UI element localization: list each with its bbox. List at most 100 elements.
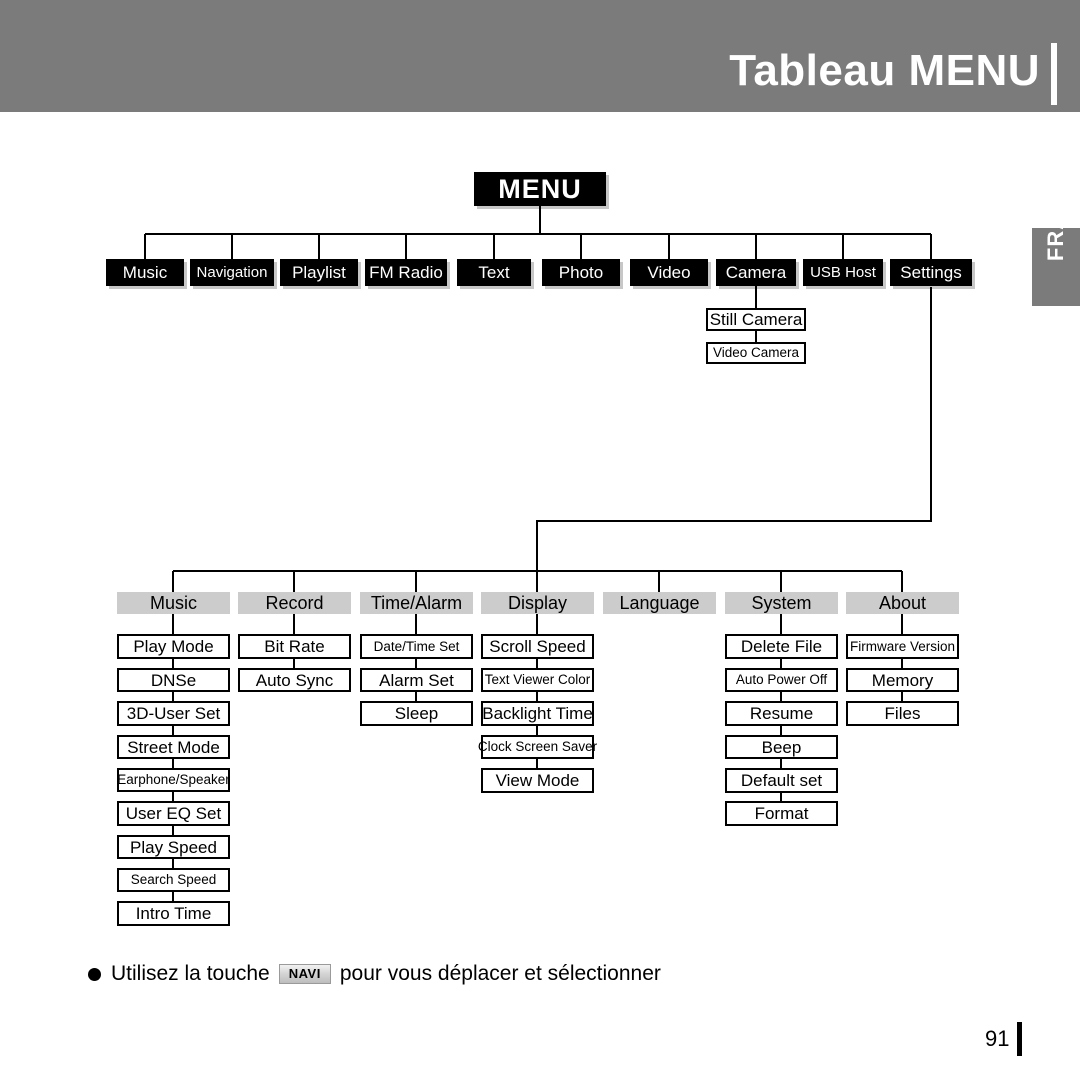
settings-group-about-label: About bbox=[878, 593, 927, 613]
settings-group-about[interactable]: About bbox=[846, 592, 959, 614]
settings-item-text-viewer-color-label: Text Viewer Color bbox=[484, 672, 591, 688]
menu-node-fm-radio[interactable]: FM Radio bbox=[365, 259, 447, 286]
settings-item-alarm-set[interactable]: Alarm Set bbox=[360, 668, 473, 692]
settings-item-firmware-version-label: Firmware Version bbox=[849, 638, 956, 654]
settings-item-earphone-speaker[interactable]: Earphone/Speaker bbox=[117, 768, 230, 792]
settings-item-sleep-label: Sleep bbox=[394, 704, 439, 723]
menu-node-camera[interactable]: Camera bbox=[716, 259, 796, 286]
settings-item-alarm-set-label: Alarm Set bbox=[379, 670, 454, 690]
settings-group-system[interactable]: System bbox=[725, 592, 838, 614]
settings-item-default-set-label: Default set bbox=[740, 771, 823, 790]
menu-node-video-camera[interactable]: Video Camera bbox=[706, 342, 806, 364]
settings-item-search-speed-label: Search Speed bbox=[130, 872, 217, 888]
menu-node-playlist[interactable]: Playlist bbox=[280, 259, 358, 286]
settings-group-record-label: Record bbox=[265, 593, 324, 613]
settings-item-3d-user-set[interactable]: 3D-User Set bbox=[117, 701, 230, 726]
settings-group-music[interactable]: Music bbox=[117, 592, 230, 614]
settings-item-view-mode-label: View Mode bbox=[495, 771, 580, 790]
settings-group-display-label: Display bbox=[507, 593, 568, 613]
menu-node-navigation[interactable]: Navigation bbox=[190, 259, 274, 286]
menu-node-video-camera-label: Video Camera bbox=[712, 345, 800, 361]
page-number: 91 bbox=[985, 1026, 1010, 1051]
settings-item-dnse-label: DNSe bbox=[150, 670, 197, 690]
settings-item-play-speed[interactable]: Play Speed bbox=[117, 835, 230, 859]
menu-node-usb-host[interactable]: USB Host bbox=[803, 259, 883, 286]
menu-node-photo[interactable]: Photo bbox=[542, 259, 620, 286]
menu-node-navigation-label: Navigation bbox=[196, 264, 268, 281]
settings-group-time-alarm-label: Time/Alarm bbox=[370, 593, 463, 613]
footnote-text-before: Utilisez la touche bbox=[111, 962, 270, 985]
settings-item-user-eq-set[interactable]: User EQ Set bbox=[117, 801, 230, 826]
menu-node-still-camera-label: Still Camera bbox=[709, 310, 803, 329]
menu-node-text-label: Text bbox=[478, 263, 510, 282]
settings-item-beep-label: Beep bbox=[761, 737, 802, 757]
settings-item-delete-file[interactable]: Delete File bbox=[725, 634, 838, 659]
settings-item-3d-user-set-label: 3D-User Set bbox=[126, 704, 221, 723]
menu-node-playlist-label: Playlist bbox=[292, 263, 346, 282]
menu-node-video[interactable]: Video bbox=[630, 259, 708, 286]
settings-item-auto-sync[interactable]: Auto Sync bbox=[238, 668, 351, 692]
settings-item-street-mode[interactable]: Street Mode bbox=[117, 735, 230, 759]
settings-item-bit-rate-label: Bit Rate bbox=[264, 637, 325, 656]
menu-node-settings[interactable]: Settings bbox=[890, 259, 972, 286]
menu-tree-diagram: MENU Music Navigation Playlist FM Radio … bbox=[0, 0, 1080, 1080]
settings-item-intro-time[interactable]: Intro Time bbox=[117, 901, 230, 926]
settings-group-time-alarm[interactable]: Time/Alarm bbox=[360, 592, 473, 614]
settings-item-auto-power-off[interactable]: Auto Power Off bbox=[725, 668, 838, 692]
settings-item-files[interactable]: Files bbox=[846, 701, 959, 726]
settings-item-auto-sync-label: Auto Sync bbox=[255, 670, 334, 690]
settings-item-auto-power-off-label: Auto Power Off bbox=[735, 672, 828, 688]
settings-item-play-mode[interactable]: Play Mode bbox=[117, 634, 230, 659]
settings-item-memory[interactable]: Memory bbox=[846, 668, 959, 692]
menu-node-video-label: Video bbox=[647, 263, 691, 282]
bullet-icon bbox=[88, 967, 101, 981]
settings-item-search-speed[interactable]: Search Speed bbox=[117, 868, 230, 892]
settings-group-music-label: Music bbox=[149, 593, 197, 613]
settings-item-format[interactable]: Format bbox=[725, 801, 838, 826]
settings-item-scroll-speed[interactable]: Scroll Speed bbox=[481, 634, 594, 659]
menu-node-root-label: MENU bbox=[498, 173, 582, 204]
settings-item-play-speed-label: Play Speed bbox=[130, 837, 217, 857]
settings-item-format-label: Format bbox=[754, 804, 809, 823]
menu-node-photo-label: Photo bbox=[558, 263, 604, 282]
settings-group-language[interactable]: Language bbox=[603, 592, 716, 614]
menu-node-music[interactable]: Music bbox=[106, 259, 184, 286]
footnote: Utilisez la touche NAVI pour vous déplac… bbox=[88, 962, 661, 986]
settings-group-display[interactable]: Display bbox=[481, 592, 594, 614]
menu-node-usb-host-label: USB Host bbox=[810, 264, 876, 281]
settings-item-bit-rate[interactable]: Bit Rate bbox=[238, 634, 351, 659]
footnote-text-after: pour vous déplacer et sélectionner bbox=[339, 962, 661, 985]
settings-group-record[interactable]: Record bbox=[238, 592, 351, 614]
menu-node-still-camera[interactable]: Still Camera bbox=[706, 308, 806, 331]
settings-item-intro-time-label: Intro Time bbox=[135, 904, 212, 923]
settings-item-date-time-set[interactable]: Date/Time Set bbox=[360, 634, 473, 659]
settings-item-scroll-speed-label: Scroll Speed bbox=[489, 637, 586, 656]
menu-node-settings-label: Settings bbox=[900, 263, 962, 282]
settings-item-clock-screen-saver-label: Clock Screen Saver bbox=[477, 739, 598, 755]
settings-item-view-mode[interactable]: View Mode bbox=[481, 768, 594, 793]
settings-item-beep[interactable]: Beep bbox=[725, 735, 838, 759]
settings-item-firmware-version[interactable]: Firmware Version bbox=[846, 634, 959, 659]
page-number-rule bbox=[1017, 1022, 1022, 1056]
settings-item-clock-screen-saver[interactable]: Clock Screen Saver bbox=[477, 735, 598, 759]
settings-item-files-label: Files bbox=[884, 704, 921, 723]
menu-node-music-label: Music bbox=[122, 263, 168, 282]
menu-node-root[interactable]: MENU bbox=[474, 172, 606, 206]
settings-item-resume-label: Resume bbox=[749, 704, 814, 723]
settings-item-resume[interactable]: Resume bbox=[725, 701, 838, 726]
settings-item-dnse[interactable]: DNSe bbox=[117, 668, 230, 692]
settings-item-memory-label: Memory bbox=[871, 670, 934, 690]
settings-item-play-mode-label: Play Mode bbox=[133, 637, 214, 656]
menu-node-camera-label: Camera bbox=[725, 263, 787, 282]
settings-item-street-mode-label: Street Mode bbox=[127, 737, 220, 757]
settings-item-date-time-set-label: Date/Time Set bbox=[373, 638, 460, 654]
settings-item-user-eq-set-label: User EQ Set bbox=[125, 804, 222, 823]
menu-node-text[interactable]: Text bbox=[457, 259, 531, 286]
settings-item-sleep[interactable]: Sleep bbox=[360, 701, 473, 726]
settings-item-default-set[interactable]: Default set bbox=[725, 768, 838, 793]
settings-item-backlight-time[interactable]: Backlight Time bbox=[481, 701, 594, 726]
settings-item-text-viewer-color[interactable]: Text Viewer Color bbox=[481, 668, 594, 692]
settings-item-earphone-speaker-label: Earphone/Speaker bbox=[117, 772, 230, 788]
menu-node-fm-radio-label: FM Radio bbox=[369, 263, 443, 282]
settings-group-system-label: System bbox=[751, 593, 812, 613]
